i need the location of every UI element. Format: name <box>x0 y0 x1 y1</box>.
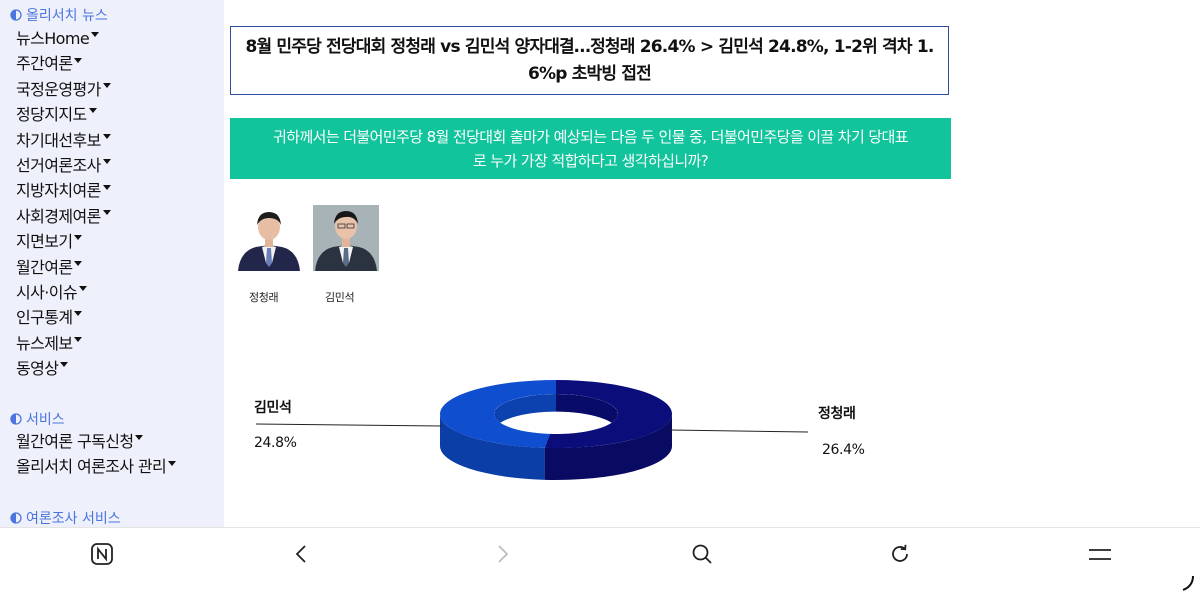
back-icon[interactable] <box>288 540 316 568</box>
leader-line-kim <box>255 423 443 427</box>
corner-swipe-icon <box>1180 574 1196 596</box>
menu-icon[interactable] <box>1086 540 1114 568</box>
slice-label-kim-name: 김민석 <box>254 400 292 416</box>
browser-bottom-bar <box>0 527 1200 598</box>
refresh-icon[interactable] <box>886 540 914 568</box>
leader-line-jung <box>669 429 809 433</box>
forward-icon[interactable] <box>488 540 516 568</box>
slice-label-kim-value: 24.8% <box>254 435 297 451</box>
search-icon[interactable] <box>688 540 716 568</box>
donut-chart <box>255 380 809 480</box>
slice-label-jung-name: 정청래 <box>818 406 856 422</box>
slice-label-jung-value: 26.4% <box>822 442 865 458</box>
naver-home-icon[interactable] <box>88 540 116 568</box>
